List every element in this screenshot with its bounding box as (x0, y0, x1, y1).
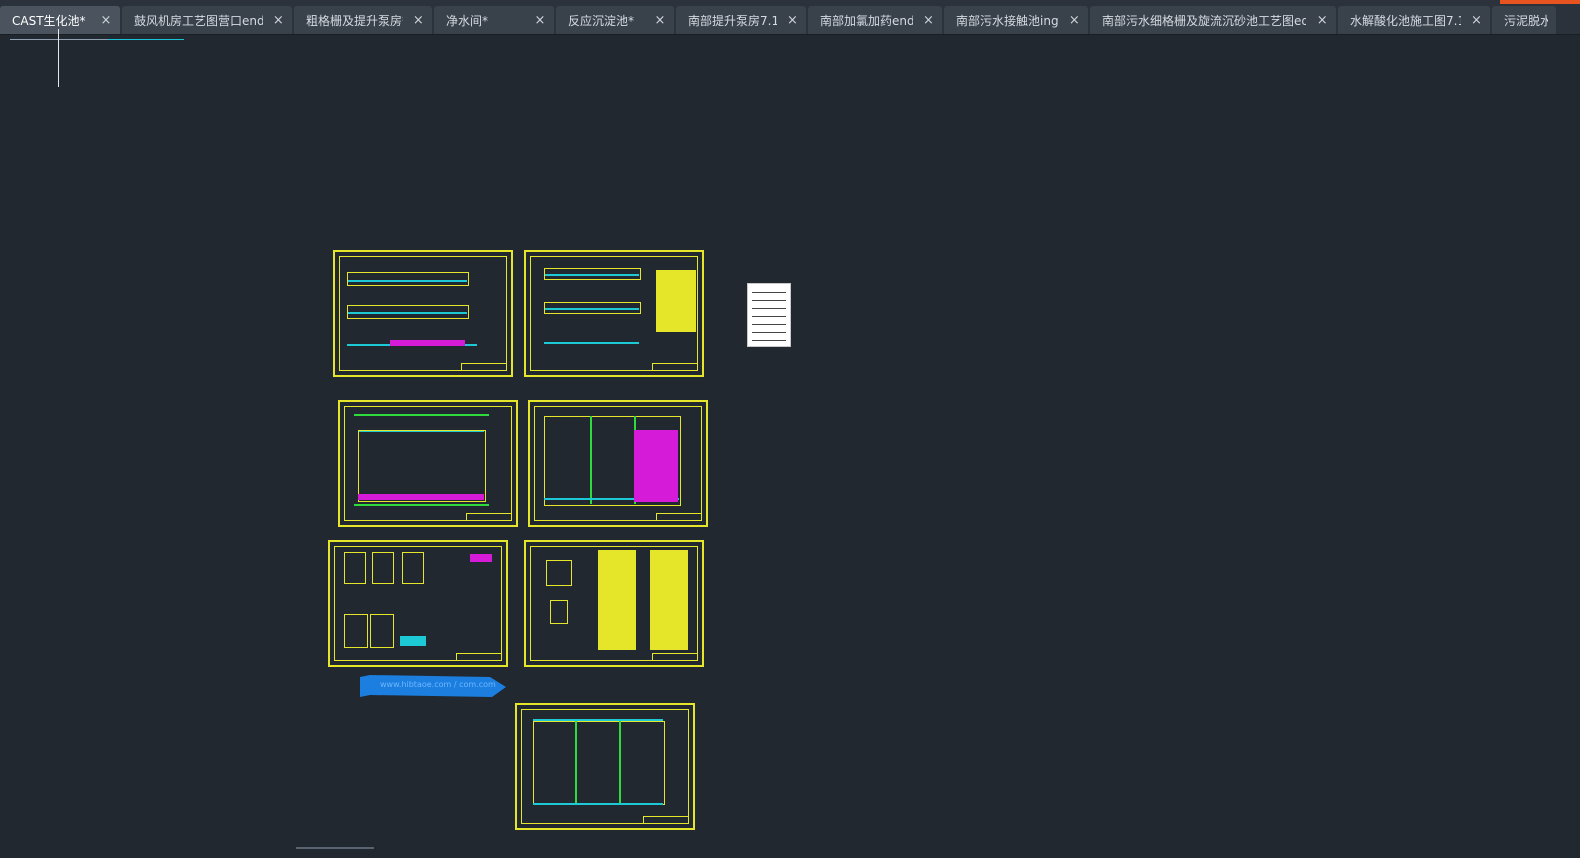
close-icon[interactable]: × (923, 13, 934, 28)
detail-line (400, 636, 426, 646)
crosshair-vertical (58, 29, 59, 87)
title-block (652, 653, 698, 661)
tab-3[interactable]: 净水间* × (434, 6, 554, 34)
detail-b (550, 600, 568, 624)
tab-1[interactable]: 鼓风机房工艺图营口end* × (122, 6, 292, 34)
divider (575, 721, 577, 803)
close-icon[interactable]: × (273, 13, 284, 28)
tab-6[interactable]: 南部加氯加药end* × (808, 6, 942, 34)
title-block (643, 816, 689, 824)
tab-7[interactable]: 南部污水接触池ing* × (944, 6, 1088, 34)
drawing-sheet-5[interactable] (328, 540, 508, 667)
divider (590, 416, 592, 504)
close-icon[interactable]: × (1316, 13, 1328, 28)
rebar-table-2 (650, 550, 688, 650)
tab-label: 水解酸化池施工图7.1* (1350, 13, 1461, 28)
plan-hatch (358, 494, 484, 500)
section-outline (347, 272, 469, 286)
watermark-stamp: www.hibtaoe.com / com.com (360, 675, 506, 697)
detail-a (546, 560, 572, 586)
detail-hatch (470, 554, 492, 562)
tab-10[interactable]: 污泥脱水 (1492, 6, 1556, 34)
table-row (752, 324, 786, 325)
tab-label: 南部提升泵房7.1* (688, 13, 777, 28)
tank-cells (358, 430, 486, 502)
aeration-grid (634, 430, 678, 502)
tank-cells (533, 721, 665, 805)
section-outline (347, 305, 469, 319)
close-icon[interactable]: × (100, 13, 112, 28)
title-block (652, 363, 698, 371)
table-row (752, 308, 786, 309)
section-outline (544, 302, 641, 314)
pipe-footer (533, 803, 663, 805)
crosshair-horizontal-highlight (108, 39, 184, 40)
close-icon[interactable]: × (654, 13, 666, 28)
close-icon[interactable]: × (413, 13, 424, 28)
horizontal-scroll-hint[interactable] (296, 847, 374, 849)
title-block (461, 363, 507, 371)
tab-2[interactable]: 粗格栅及提升泵房* × (294, 6, 432, 34)
close-icon[interactable]: × (1471, 13, 1482, 28)
tab-label: CAST生化池* (12, 13, 86, 28)
tab-4[interactable]: 反应沉淀池* × (556, 6, 674, 34)
close-icon[interactable]: × (1069, 13, 1080, 28)
rebar-table-1 (598, 550, 636, 650)
drawing-sheet-3[interactable] (338, 400, 518, 527)
section-outline (544, 268, 641, 280)
tab-label: 南部污水细格栅及旋流沉砂池工艺图ed* (1102, 13, 1307, 28)
wall-outline (354, 504, 489, 506)
table-row (752, 340, 786, 341)
document-tab-bar: CAST生化池* × 鼓风机房工艺图营口end* × 粗格栅及提升泵房* × 净水间* × 反应… (0, 0, 1580, 35)
tab-0[interactable]: CAST生化池* × (0, 6, 120, 34)
detail-e (370, 614, 394, 648)
window-corner-accent (1500, 0, 1580, 4)
title-block (466, 513, 512, 521)
tab-9[interactable]: 水解酸化池施工图7.1* × (1338, 6, 1490, 34)
close-icon[interactable]: × (534, 13, 546, 28)
drawing-sheet-7[interactable] (515, 703, 695, 830)
tab-label: 鼓风机房工艺图营口end* (134, 13, 263, 28)
schedule-table (656, 270, 696, 332)
detail-a (344, 552, 366, 584)
tab-label: 南部加氯加药end* (820, 13, 913, 28)
drawing-sheet-4[interactable] (528, 400, 708, 527)
tab-label: 净水间* (446, 13, 489, 28)
tab-label: 污泥脱水 (1504, 13, 1548, 28)
close-icon[interactable]: × (787, 13, 798, 28)
detail-b (372, 552, 394, 584)
section-hatch (390, 340, 465, 346)
tab-label: 反应沉淀池* (568, 13, 635, 28)
tab-5[interactable]: 南部提升泵房7.1* × (676, 6, 806, 34)
divider (619, 721, 621, 803)
small-schedule-table[interactable] (747, 283, 791, 347)
table-row (752, 332, 786, 333)
tab-label: 南部污水接触池ing* (956, 13, 1059, 28)
detail-d (344, 614, 368, 648)
title-block (456, 653, 502, 661)
table-row (752, 300, 786, 301)
drawing-canvas[interactable]: www.hibtaoe.com / com.com (0, 29, 1580, 858)
drawing-sheet-6[interactable] (524, 540, 704, 667)
table-row (752, 316, 786, 317)
section-line (544, 342, 639, 344)
detail-c (402, 552, 424, 584)
drawing-sheet-2[interactable] (524, 250, 704, 377)
title-block (656, 513, 702, 521)
wall-outline (354, 414, 489, 416)
tab-label: 粗格栅及提升泵房* (306, 13, 403, 28)
tab-8[interactable]: 南部污水细格栅及旋流沉砂池工艺图ed* × (1090, 6, 1336, 34)
stamp-text: www.hibtaoe.com / com.com (380, 680, 496, 689)
drawing-sheet-1[interactable] (333, 250, 513, 377)
table-row (752, 292, 786, 293)
